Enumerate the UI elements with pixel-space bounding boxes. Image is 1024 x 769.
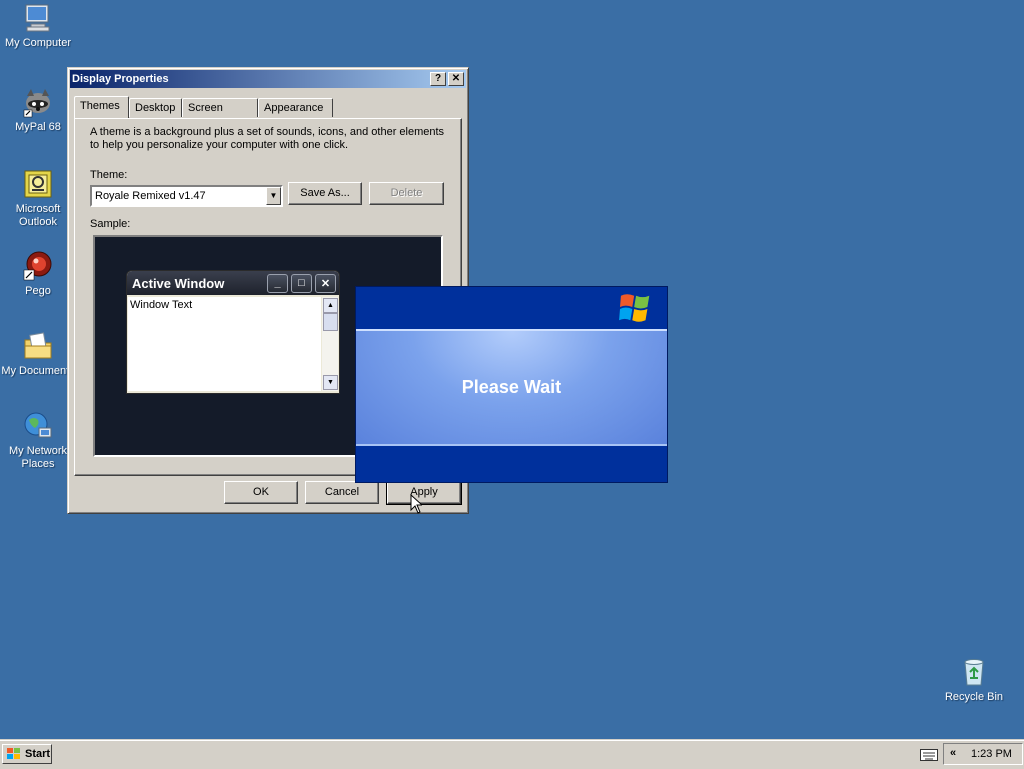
taskbar: Start « 1:23 PM — [0, 739, 1024, 769]
close-icon: ✕ — [451, 73, 461, 84]
mypal-icon — [23, 89, 50, 118]
desktop-icon-my-documents[interactable]: My Documents — [0, 330, 76, 378]
scroll-up-icon: ▲ — [323, 298, 338, 313]
help-icon: ? — [434, 73, 442, 84]
system-tray: « 1:23 PM — [943, 743, 1023, 765]
tab-screen-saver[interactable]: Screen Saver — [182, 98, 258, 132]
delete-button[interactable]: Delete — [369, 182, 444, 205]
scroll-down-icon: ▼ — [323, 375, 338, 390]
tab-themes[interactable]: Themes — [74, 96, 129, 118]
minimize-icon: _ — [267, 273, 288, 293]
dropdown-arrow-icon[interactable]: ▼ — [266, 187, 281, 205]
theme-select-value: Royale Remixed v1.47 — [95, 190, 206, 202]
window-title: Display Properties — [72, 73, 169, 85]
my-computer-icon — [25, 4, 50, 32]
desktop-icon-pego[interactable]: Pego — [0, 250, 76, 298]
please-wait-message: Please Wait — [461, 377, 562, 397]
outlook-icon — [24, 170, 52, 198]
desktop-icon-outlook[interactable]: Microsoft Outlook — [0, 168, 76, 229]
tab-appearance[interactable]: Appearance — [258, 98, 333, 117]
tray-expand-button[interactable]: « — [950, 747, 956, 759]
start-button[interactable]: Start — [2, 744, 52, 764]
start-label: Start — [25, 748, 51, 760]
apply-button[interactable]: Apply — [386, 480, 462, 505]
theme-description: A theme is a background plus a set of so… — [90, 126, 445, 151]
sample-titlebar: Active Window _ □ ✕ — [127, 271, 339, 295]
close-icon: ✕ — [315, 273, 336, 293]
help-button[interactable]: ? — [430, 72, 446, 86]
desktop-icon-mypal[interactable]: MyPal 68 — [0, 86, 76, 134]
sample-scrollbar: ▲ ▼ — [322, 297, 338, 391]
please-wait-dialog: Please Wait — [355, 286, 668, 483]
mouse-cursor-icon — [410, 494, 422, 514]
cancel-button[interactable]: Cancel — [305, 481, 379, 504]
ok-button[interactable]: OK — [224, 481, 298, 504]
please-wait-band: Please Wait — [356, 329, 667, 446]
scroll-thumb — [323, 313, 338, 331]
windows-logo-icon — [619, 294, 650, 322]
theme-label: Theme: — [90, 169, 128, 181]
my-documents-icon — [24, 332, 52, 359]
sample-window-text: Window Text — [130, 299, 193, 311]
pego-icon — [23, 251, 52, 281]
desktop-icon-my-computer[interactable]: My Computer — [0, 2, 76, 50]
recycle-bin-icon — [964, 659, 984, 686]
clock[interactable]: 1:23 PM — [971, 748, 1012, 760]
desktop-icon-recycle-bin[interactable]: Recycle Bin — [936, 656, 1012, 704]
keyboard-icon[interactable] — [920, 749, 938, 761]
tab-strip: Themes Desktop Screen Saver Appearance — [74, 96, 464, 132]
sample-label: Sample: — [90, 218, 131, 230]
tab-desktop[interactable]: Desktop — [129, 98, 182, 117]
desktop-icon-network-places[interactable]: My Network Places — [0, 410, 76, 471]
windows-flag-icon — [7, 748, 20, 759]
theme-select[interactable]: Royale Remixed v1.47 ▼ — [90, 185, 283, 207]
close-button[interactable]: ✕ — [448, 72, 464, 86]
network-places-icon — [24, 412, 52, 438]
sample-client-area: Window Text — [128, 297, 321, 391]
window-titlebar[interactable]: Display Properties ? ✕ — [70, 70, 466, 88]
sample-active-window: Active Window _ □ ✕ Window Text ▲ ▼ — [126, 270, 340, 394]
sample-window-title: Active Window — [132, 275, 225, 291]
maximize-icon: □ — [291, 273, 312, 293]
save-as-button[interactable]: Save As... — [288, 182, 362, 205]
